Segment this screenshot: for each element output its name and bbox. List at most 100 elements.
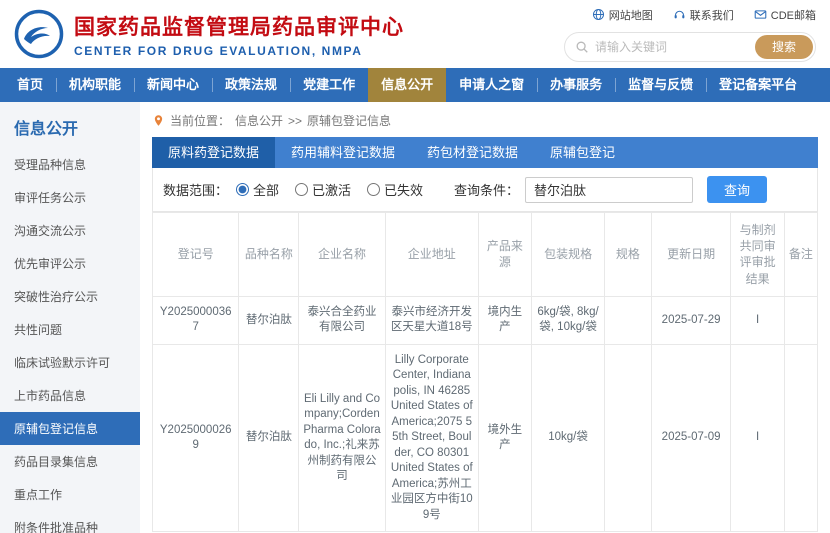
- scope-radio-input[interactable]: [236, 183, 249, 196]
- nav-item[interactable]: 首页: [4, 68, 56, 102]
- globe-icon: [592, 8, 605, 21]
- scope-radio-label: 已激活: [312, 180, 351, 199]
- scope-radio-input[interactable]: [295, 183, 308, 196]
- scope-radio-label: 全部: [253, 180, 279, 199]
- column-header: 品种名称: [239, 213, 299, 297]
- column-header: 登记号: [153, 213, 239, 297]
- location-icon: [152, 114, 165, 127]
- sidebar-item[interactable]: 审评任务公示: [0, 181, 140, 214]
- contact-label: 联系我们: [690, 7, 734, 23]
- cell-company: 泰兴合全药业有限公司: [299, 296, 385, 344]
- sidebar-menu: 受理品种信息 审评任务公示 沟通交流公示 优先审评公示 突破性治疗公示 共性问题…: [0, 148, 140, 533]
- sidebar-item[interactable]: 优先审评公示: [0, 247, 140, 280]
- nav-item[interactable]: 信息公开: [368, 68, 446, 102]
- cell-packaging: 10kg/袋: [532, 344, 605, 532]
- results-table: 登记号 品种名称 企业名称 企业地址 产品来源 包装规格 规格 更新日期: [152, 212, 818, 532]
- cell-company: Eli Lilly and Company;Corden Pharma Colo…: [299, 344, 385, 532]
- search-icon: [575, 40, 589, 54]
- tab[interactable]: 药用辅料登记数据: [275, 137, 411, 168]
- nav-item[interactable]: 监督与反馈: [615, 68, 706, 102]
- sitemap-label: 网站地图: [609, 7, 653, 23]
- mailbox-link[interactable]: CDE邮箱: [754, 7, 816, 23]
- query-input[interactable]: [525, 177, 693, 203]
- main-panel: 当前位置： 信息公开 >> 原辅包登记信息 原料药登记数据 药用辅料登记数据 药…: [140, 102, 830, 533]
- nav-item[interactable]: 登记备案平台: [706, 68, 810, 102]
- site-subtitle: CENTER FOR DRUG EVALUATION, NMPA: [74, 44, 404, 58]
- cell-product-name: 替尔泊肽: [239, 296, 299, 344]
- table-header-row: 登记号 品种名称 企业名称 企业地址 产品来源 包装规格 规格 更新日期: [153, 213, 818, 297]
- sidebar-item[interactable]: 沟通交流公示: [0, 214, 140, 247]
- contact-link[interactable]: 联系我们: [673, 7, 734, 23]
- cde-logo[interactable]: [14, 9, 64, 59]
- quick-links: 网站地图 联系我们 CDE邮箱: [592, 7, 816, 23]
- brand: 国家药品监督管理局药品审评中心 CENTER FOR DRUG EVALUATI…: [14, 9, 404, 59]
- tab[interactable]: 原料药登记数据: [152, 137, 275, 168]
- search-button[interactable]: 搜索: [755, 35, 813, 59]
- sidebar-item[interactable]: 上市药品信息: [0, 379, 140, 412]
- cell-review-result: I: [731, 296, 784, 344]
- nav-item[interactable]: 政策法规: [212, 68, 290, 102]
- breadcrumb-separator: >>: [288, 114, 302, 128]
- site-header: 国家药品监督管理局药品审评中心 CENTER FOR DRUG EVALUATI…: [0, 0, 830, 68]
- breadcrumb-label: 当前位置：: [170, 112, 230, 129]
- tab[interactable]: 原辅包登记: [534, 137, 631, 168]
- column-header: 与制剂共同审评审批结果: [731, 213, 784, 297]
- sidebar-title: 信息公开: [0, 102, 140, 148]
- column-header: 备注: [784, 213, 817, 297]
- query-button[interactable]: 查询: [707, 176, 767, 203]
- cell-updated: 2025-07-09: [651, 344, 731, 532]
- sidebar-item[interactable]: 突破性治疗公示: [0, 280, 140, 313]
- nav-item[interactable]: 办事服务: [537, 68, 615, 102]
- headset-icon: [673, 8, 686, 21]
- cell-address: 泰兴市经济开发区天星大道18号: [385, 296, 478, 344]
- cell-remark: [784, 344, 817, 532]
- sidebar-item[interactable]: 临床试验默示许可: [0, 346, 140, 379]
- table-row: Y20250000367 替尔泊肽 泰兴合全药业有限公司 泰兴市经济开发区天星大…: [153, 296, 818, 344]
- breadcrumb: 当前位置： 信息公开 >> 原辅包登记信息: [152, 112, 818, 129]
- filter-bar: 数据范围： 全部 已激活 已失效: [152, 168, 818, 212]
- main-nav: 首页 机构职能 新闻中心 政策法规 党建工作 信息公开 申请人之窗 办事服务 监…: [0, 68, 830, 102]
- sitemap-link[interactable]: 网站地图: [592, 7, 653, 23]
- sidebar-item[interactable]: 附条件批准品种: [0, 511, 140, 533]
- query-label: 查询条件：: [454, 180, 519, 199]
- cell-updated: 2025-07-29: [651, 296, 731, 344]
- sidebar-item[interactable]: 受理品种信息: [0, 148, 140, 181]
- table-row: Y20250000269 替尔泊肽 Eli Lilly and Company;…: [153, 344, 818, 532]
- sidebar-item[interactable]: 重点工作: [0, 478, 140, 511]
- sidebar-item[interactable]: 药品目录集信息: [0, 445, 140, 478]
- sidebar-item[interactable]: 原辅包登记信息: [0, 412, 140, 445]
- column-header: 企业地址: [385, 213, 478, 297]
- scope-radio-group: 全部 已激活 已失效: [236, 180, 423, 199]
- mailbox-label: CDE邮箱: [771, 7, 816, 23]
- cell-product-name: 替尔泊肽: [239, 344, 299, 532]
- cell-address: Lilly Corporate Center, Indianapolis, IN…: [385, 344, 478, 532]
- site-search: 搜索: [564, 32, 816, 62]
- scope-radio[interactable]: 已失效: [367, 180, 423, 199]
- cell-spec: [605, 344, 652, 532]
- sidebar-item[interactable]: 共性问题: [0, 313, 140, 346]
- column-header: 规格: [605, 213, 652, 297]
- breadcrumb-section[interactable]: 信息公开: [235, 112, 283, 129]
- search-input[interactable]: [595, 40, 755, 54]
- nav-item[interactable]: 机构职能: [56, 68, 134, 102]
- cell-review-result: I: [731, 344, 784, 532]
- scope-radio[interactable]: 已激活: [295, 180, 351, 199]
- tab[interactable]: 药包材登记数据: [411, 137, 534, 168]
- scope-label: 数据范围：: [163, 180, 228, 199]
- breadcrumb-current: 原辅包登记信息: [307, 112, 391, 129]
- sidebar: 信息公开 受理品种信息 审评任务公示 沟通交流公示 优先审评公示 突破性治疗公示…: [0, 102, 140, 533]
- nav-item[interactable]: 申请人之窗: [446, 68, 537, 102]
- data-tabs: 原料药登记数据 药用辅料登记数据 药包材登记数据 原辅包登记: [152, 137, 818, 168]
- scope-radio-label: 已失效: [384, 180, 423, 199]
- cell-reg-no: Y20250000367: [153, 296, 239, 344]
- nav-item[interactable]: 新闻中心: [134, 68, 212, 102]
- column-header: 包装规格: [532, 213, 605, 297]
- scope-radio-input[interactable]: [367, 183, 380, 196]
- scope-radio[interactable]: 全部: [236, 180, 279, 199]
- mail-icon: [754, 8, 767, 21]
- cell-remark: [784, 296, 817, 344]
- cell-source: 境外生产: [478, 344, 531, 532]
- nav-item[interactable]: 党建工作: [290, 68, 368, 102]
- cell-spec: [605, 296, 652, 344]
- column-header: 产品来源: [478, 213, 531, 297]
